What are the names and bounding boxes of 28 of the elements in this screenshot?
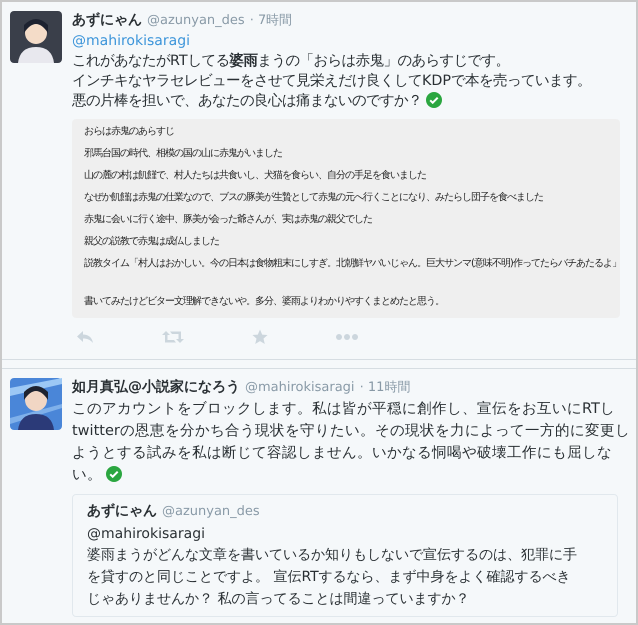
tweet-text: これがあなたがRTしてる婆雨まうの「おらは赤鬼」のあらすじです。 インチキなヤラセレビューをさせて見栄えだけ良くしてKDPで本を売っています。 悪の片棒を担いで、あなたの良心は痛まないのですか？ xyxy=(72,52,592,111)
quoted-tweet[interactable]: あずにゃん @azunyan_des @mahirokisaragi 婆雨まうがどんな文章を書いているか知りもしないで宣伝するのは、犯罪に手 を貸すのと同じことですよ。 宣伝RTするなら、まず中身をよく確認するべき じゃありませんか？ 私の言ってることは間違っていますか？ xyxy=(72,494,618,617)
reply-icon[interactable] xyxy=(76,330,94,344)
user-handle[interactable]: @mahirokisaragi xyxy=(245,378,355,398)
timestamp[interactable]: · 11時間 xyxy=(360,378,410,398)
image-text: なぜか飢饉は赤鬼の仕業なので、ブスの豚美が生贄として赤鬼の元へ行くことになり、みたらし団子を食べました xyxy=(84,191,544,204)
image-text: おらは赤鬼のあらすじ xyxy=(84,125,175,138)
user-name[interactable]: あずにゃん xyxy=(72,10,142,30)
avatar[interactable] xyxy=(10,378,62,430)
retweet-icon[interactable] xyxy=(162,330,184,344)
timestamp[interactable]: · 7時間 xyxy=(250,11,292,31)
image-text: 親父の説教で赤鬼は成仏しました xyxy=(84,235,220,248)
image-text: 赤鬼に会いに行く途中、豚美が会った爺さんが、実は赤鬼の親父でした xyxy=(84,213,373,226)
mention-link[interactable]: @mahirokisaragi xyxy=(72,31,628,51)
user-handle: @azunyan_des xyxy=(162,503,260,521)
user-handle[interactable]: @azunyan_des xyxy=(147,11,245,31)
mention-text: @mahirokisaragi xyxy=(87,525,206,544)
image-text: 説教タイム「村人はおかしい。今の日本は食物粗末にしすぎ。北朝鮮ヤバいじゃん。巨大サンマ(意味不明)作ってたらバチあたるよ」 xyxy=(84,257,614,270)
tweet-text: このアカウントをブロックします。私は皆が平穏に創作し、宣伝をお互いにRTし twitterの恩恵を分かち合う現状を守りたい。その現状を力によって一方的に変更し ようとする試みを私は断じて容認しません。いかなる恫喝や破壊工作にも屈しな い。 xyxy=(72,400,628,485)
avatar[interactable] xyxy=(10,11,62,63)
star-icon[interactable] xyxy=(252,329,268,345)
more-icon[interactable] xyxy=(336,334,358,340)
quoted-text: 婆雨まうがどんな文章を書いているか知りもしないで宣伝するのは、犯罪に手 を貸すのと同じことですよ。 宣伝RTするなら、まず中身をよく確認するべき じゃありませんか？ 私の言ってることは間違っていますか？ xyxy=(87,546,578,609)
user-name: あずにゃん xyxy=(87,502,157,521)
user-name[interactable]: 如月真弘@小説家になろう xyxy=(72,377,240,397)
image-text: 邪馬台国の時代、相模の国の山に赤鬼がいました xyxy=(84,147,283,160)
image-text: 山の麓の村は飢饉で、村人たちは共食いし、犬猫を食らい、自分の手足を食いました xyxy=(84,169,427,182)
image-text: 書いてみたけどビター文理解できないや。多分、婆雨よりわかりやすくまとめたと思う。 xyxy=(84,295,445,308)
